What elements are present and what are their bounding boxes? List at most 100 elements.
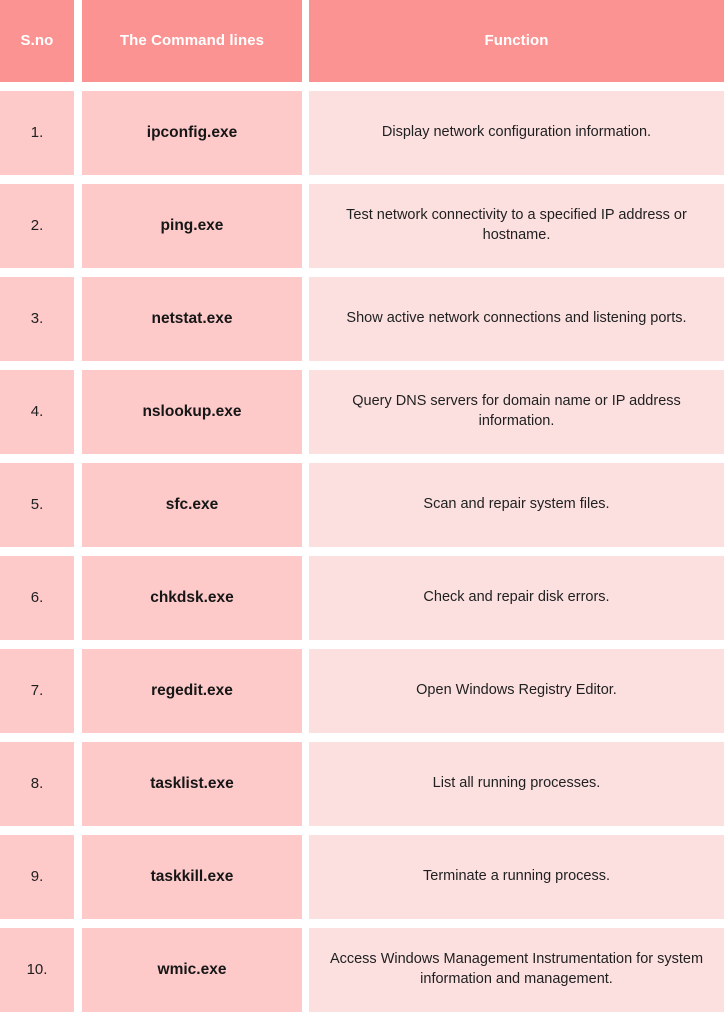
command-cell: chkdsk.exe [82, 556, 302, 640]
sno-cell: 3. [0, 277, 74, 361]
table-header-cell-sno: S.no [0, 0, 74, 82]
command-value: netstat.exe [151, 309, 233, 327]
table-header-row: S.no The Command lines Function [0, 0, 724, 82]
row-function: Query DNS servers for domain name or IP … [309, 370, 724, 454]
function-value: Query DNS servers for domain name or IP … [352, 393, 681, 429]
sno-cell: 8. [0, 742, 74, 826]
function-cell: Show active network connections and list… [309, 277, 724, 361]
command-value: tasklist.exe [150, 774, 234, 792]
row-sno: 9. [0, 835, 74, 919]
header-sno-label: S.no [20, 31, 54, 49]
table-row: 9. taskkill.exe Terminate a running proc… [0, 835, 724, 919]
command-cell: regedit.exe [82, 649, 302, 733]
function-cell: Scan and repair system files. [309, 463, 724, 547]
command-value: ping.exe [160, 216, 224, 234]
table-row: 2. ping.exe Test network connectivity to… [0, 184, 724, 268]
sno-value: 5. [30, 495, 44, 513]
command-cell: netstat.exe [82, 277, 302, 361]
row-function: Show active network connections and list… [309, 277, 724, 361]
row-function: Access Windows Management Instrumentatio… [309, 928, 724, 1012]
row-command: tasklist.exe [82, 742, 302, 826]
function-cell: Test network connectivity to a specified… [309, 184, 724, 268]
function-value: Scan and repair system files. [423, 496, 610, 513]
row-command: nslookup.exe [82, 370, 302, 454]
command-value: wmic.exe [157, 960, 227, 978]
row-sno: 3. [0, 277, 74, 361]
row-sno: 2. [0, 184, 74, 268]
row-command: sfc.exe [82, 463, 302, 547]
function-cell: Access Windows Management Instrumentatio… [309, 928, 724, 1012]
sno-value: 9. [30, 867, 44, 885]
sno-value: 7. [30, 681, 44, 699]
sno-cell: 9. [0, 835, 74, 919]
row-sno: 8. [0, 742, 74, 826]
function-value: List all running processes. [432, 775, 601, 792]
command-value: ipconfig.exe [146, 123, 238, 141]
command-reference-table: S.no The Command lines Function 1. ipcon… [0, 0, 724, 1021]
table-row: 4. nslookup.exe Query DNS servers for do… [0, 370, 724, 454]
table-row: 7. regedit.exe Open Windows Registry Edi… [0, 649, 724, 733]
row-function: List all running processes. [309, 742, 724, 826]
command-value: nslookup.exe [142, 402, 242, 420]
table-row: 8. tasklist.exe List all running process… [0, 742, 724, 826]
sno-value: 6. [30, 588, 44, 606]
table-row: 5. sfc.exe Scan and repair system files. [0, 463, 724, 547]
function-value: Access Windows Management Instrumentatio… [329, 951, 704, 987]
header-function-label: Function [484, 31, 549, 49]
function-value: Check and repair disk errors. [423, 589, 610, 606]
sno-value: 4. [30, 402, 44, 420]
function-value: Terminate a running process. [423, 868, 610, 885]
row-function: Scan and repair system files. [309, 463, 724, 547]
sno-value: 8. [30, 774, 44, 792]
function-value: Open Windows Registry Editor. [416, 682, 617, 699]
row-command: wmic.exe [82, 928, 302, 1012]
command-cell: wmic.exe [82, 928, 302, 1012]
row-sno: 1. [0, 91, 74, 175]
command-cell: taskkill.exe [82, 835, 302, 919]
sno-cell: 10. [0, 928, 74, 1012]
command-value: chkdsk.exe [150, 588, 234, 606]
table-row: 1. ipconfig.exe Display network configur… [0, 91, 724, 175]
row-function: Test network connectivity to a specified… [309, 184, 724, 268]
header-command-cell: The Command lines [82, 0, 302, 82]
function-cell: Check and repair disk errors. [309, 556, 724, 640]
row-function: Terminate a running process. [309, 835, 724, 919]
row-function: Display network configuration informatio… [309, 91, 724, 175]
command-cell: ipconfig.exe [82, 91, 302, 175]
sno-cell: 1. [0, 91, 74, 175]
sno-cell: 5. [0, 463, 74, 547]
sno-cell: 6. [0, 556, 74, 640]
function-value: Display network configuration informatio… [381, 124, 652, 141]
command-value: taskkill.exe [150, 867, 234, 885]
row-command: taskkill.exe [82, 835, 302, 919]
row-sno: 7. [0, 649, 74, 733]
row-function: Open Windows Registry Editor. [309, 649, 724, 733]
row-command: regedit.exe [82, 649, 302, 733]
command-cell: nslookup.exe [82, 370, 302, 454]
sno-value: 10. [26, 960, 48, 978]
function-value: Test network connectivity to a specified… [346, 207, 687, 243]
function-cell: Open Windows Registry Editor. [309, 649, 724, 733]
header-command-label: The Command lines [119, 31, 265, 49]
sno-cell: 4. [0, 370, 74, 454]
table-header-cell-command: The Command lines [82, 0, 302, 82]
row-sno: 5. [0, 463, 74, 547]
sno-value: 3. [30, 309, 44, 327]
sno-cell: 7. [0, 649, 74, 733]
table-header-cell-function: Function [309, 0, 724, 82]
row-sno: 4. [0, 370, 74, 454]
command-cell: sfc.exe [82, 463, 302, 547]
row-command: ipconfig.exe [82, 91, 302, 175]
table-row: 10. wmic.exe Access Windows Management I… [0, 928, 724, 1012]
table-row: 6. chkdsk.exe Check and repair disk erro… [0, 556, 724, 640]
row-function: Check and repair disk errors. [309, 556, 724, 640]
command-value: regedit.exe [151, 681, 233, 699]
function-cell: Terminate a running process. [309, 835, 724, 919]
table-row: 3. netstat.exe Show active network conne… [0, 277, 724, 361]
command-cell: ping.exe [82, 184, 302, 268]
row-command: netstat.exe [82, 277, 302, 361]
row-sno: 6. [0, 556, 74, 640]
row-command: chkdsk.exe [82, 556, 302, 640]
row-command: ping.exe [82, 184, 302, 268]
function-value: Show active network connections and list… [346, 310, 687, 327]
